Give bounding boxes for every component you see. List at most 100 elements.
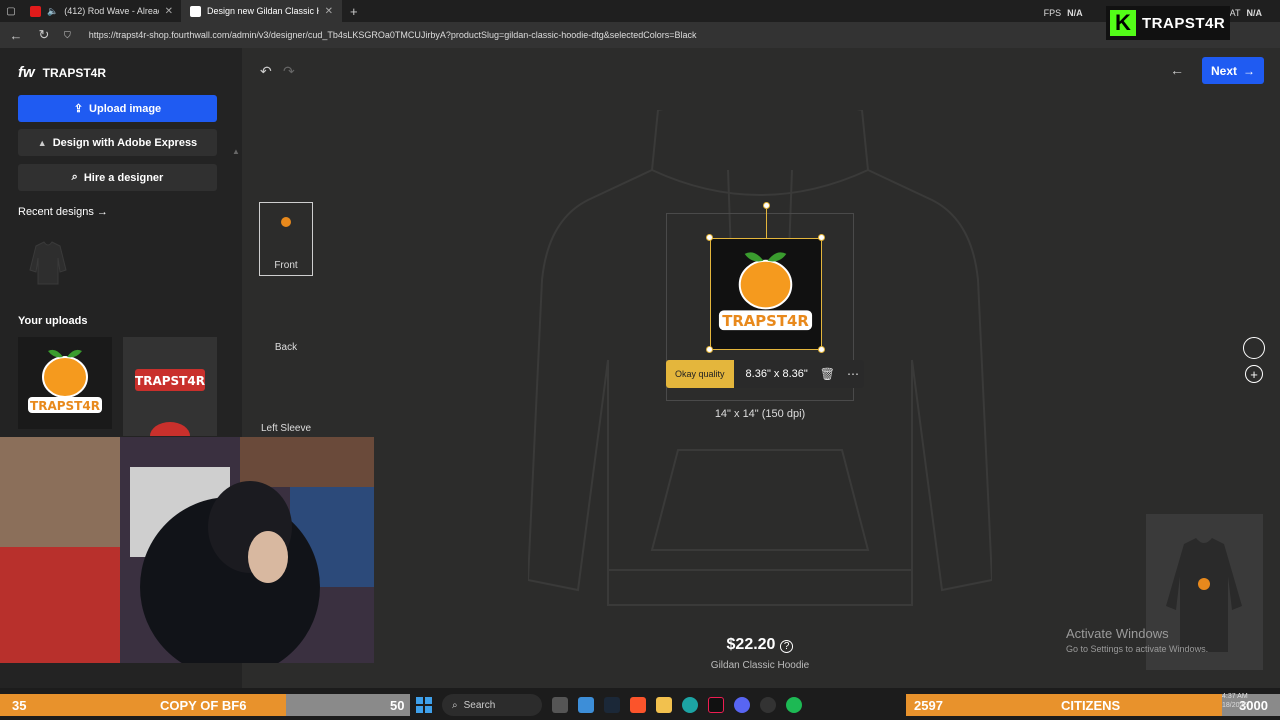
upload-thumbnail-peach[interactable]: TRAPST4R: [18, 337, 112, 429]
speaker-icon[interactable]: 🔈: [47, 6, 58, 17]
button-label: Hire a designer: [83, 171, 164, 184]
section-label: Recent designs: [18, 206, 94, 218]
price-value: $22.20: [726, 636, 776, 653]
spotify-icon[interactable]: [786, 697, 802, 713]
partial-logo-icon: [150, 422, 190, 450]
obs-icon[interactable]: [760, 697, 776, 713]
clock-time: 4:37 AM: [1222, 693, 1248, 700]
edge-icon[interactable]: [682, 697, 698, 713]
tiktok-icon[interactable]: [708, 697, 724, 713]
fps-value: N/A: [1067, 8, 1083, 18]
zoom-in-icon[interactable]: +: [1245, 365, 1263, 383]
kick-logo-icon: K: [1110, 10, 1136, 36]
peach-logo-icon: TRAPST4R: [718, 252, 813, 330]
adobe-icon: ▲: [37, 137, 47, 148]
button-label: Upload image: [89, 102, 162, 115]
next-button[interactable]: Next →: [1202, 57, 1264, 84]
price: $22.20 ?: [700, 636, 820, 654]
taskbar-clock[interactable]: 4:37 AM 18/2025: [1222, 692, 1248, 710]
task-view-icon[interactable]: [552, 697, 568, 713]
refresh-icon[interactable]: ↻: [36, 27, 52, 43]
recent-design-thumbnail[interactable]: [18, 230, 78, 290]
arrow-right-icon: →: [96, 206, 108, 218]
search-icon: ⌕: [452, 699, 458, 711]
design-toolbar: Okay quality 8.36" x 8.36" 🗑 ⋯: [666, 360, 864, 388]
resize-handle-tr[interactable]: [818, 234, 825, 241]
lat-value: N/A: [1246, 8, 1263, 18]
button-label: Next: [1210, 63, 1237, 78]
steam-icon[interactable]: [604, 697, 620, 713]
goal-title: COPY OF BF6: [160, 697, 247, 713]
search-icon: ⌕: [71, 171, 78, 183]
view-front[interactable]: Front: [259, 202, 313, 276]
your-uploads-title: Your uploads: [18, 315, 88, 327]
logo-text: TRAPST4R: [722, 312, 809, 330]
close-icon[interactable]: ✕: [325, 6, 333, 17]
discord-icon[interactable]: [734, 697, 750, 713]
view-label: Front: [274, 260, 298, 271]
shop-name: TRAPST4R: [42, 65, 107, 80]
sidebar-scrollbar[interactable]: ▲: [232, 143, 240, 483]
goal-bar-left: 35 COPY OF BF6 50: [0, 694, 410, 716]
goal-count: 35: [12, 697, 27, 713]
notepad-icon[interactable]: [578, 697, 594, 713]
new-tab-icon[interactable]: +: [350, 4, 358, 19]
quality-badge: Okay quality: [666, 360, 734, 388]
resize-handle-br[interactable]: [818, 346, 825, 353]
fourthwall-logo: fw: [18, 64, 35, 81]
site-info-icon[interactable]: ⛉: [64, 30, 71, 41]
hire-designer-button[interactable]: ⌕ Hire a designer: [18, 164, 217, 191]
button-label: Design with Adobe Express: [52, 136, 198, 149]
design-size: 8.36" x 8.36": [745, 368, 808, 380]
logo-text: TRAPST4R: [30, 399, 100, 413]
url-field[interactable]: https://trapst4r-shop.fourthwall.com/adm…: [83, 25, 1272, 45]
close-icon[interactable]: ✕: [165, 6, 173, 17]
address-bar: ← ↻ ⛉ https://trapst4r-shop.fourthwall.c…: [0, 22, 1280, 48]
back-icon[interactable]: ←: [8, 28, 24, 43]
view-label: Left Sleeve: [260, 423, 312, 434]
scroll-up-icon[interactable]: ▲: [232, 147, 240, 156]
undo-icon[interactable]: ↶: [260, 63, 272, 80]
print-area-label: 14" x 14" (150 dpi): [714, 408, 806, 420]
more-icon[interactable]: ⋯: [847, 367, 859, 381]
rotation-line: [766, 206, 767, 238]
tab-label: Design new Gildan Classic Hoodie: [207, 6, 319, 16]
hoodie-thumb-icon: [29, 241, 67, 285]
upload-icon: ⇪: [73, 103, 84, 115]
brave-icon[interactable]: [630, 697, 646, 713]
sidebar-toggle-icon[interactable]: ▢: [0, 6, 22, 17]
logo-text: TRAPST4R: [135, 374, 205, 388]
view-back[interactable]: Back: [259, 283, 313, 357]
view-left-sleeve[interactable]: Left Sleeve: [259, 364, 313, 438]
webcam-image: [0, 437, 374, 663]
adobe-express-button[interactable]: ▲ Design with Adobe Express: [18, 129, 217, 156]
tab-youtube[interactable]: 🔈 (412) Rod Wave - Already W ✕: [22, 0, 182, 22]
redo-icon[interactable]: ↷: [283, 63, 295, 80]
file-explorer-icon[interactable]: [656, 697, 672, 713]
view-label: Back: [274, 342, 298, 353]
windows-start-icon[interactable]: [416, 697, 432, 713]
webcam-feed: [0, 437, 374, 663]
info-icon[interactable]: ?: [779, 640, 794, 653]
color-picker-icon[interactable]: [1243, 337, 1265, 359]
resize-handle-tl[interactable]: [706, 234, 713, 241]
upload-image-button[interactable]: ⇪ Upload image: [18, 95, 217, 122]
kick-overlay: K TRAPST4R: [1106, 6, 1230, 40]
resize-handle-bl[interactable]: [706, 346, 713, 353]
tab-designer[interactable]: Design new Gildan Classic Hoodie ✕: [182, 0, 342, 22]
channel-name: TRAPST4R: [1142, 14, 1226, 32]
goal-title: CITIZENS: [1061, 697, 1121, 713]
front-thumb-icon: [281, 217, 291, 227]
activate-subtitle: Go to Settings to activate Windows.: [1066, 644, 1209, 654]
back-arrow-icon[interactable]: ←: [1170, 62, 1184, 78]
taskbar-search[interactable]: ⌕ Search: [442, 694, 542, 716]
placed-design[interactable]: TRAPST4R: [710, 238, 822, 350]
upload-thumbnail-partial[interactable]: [123, 414, 217, 450]
rotate-handle[interactable]: [763, 202, 770, 209]
goal-target: 50: [390, 697, 405, 713]
product-name: Gildan Classic Hoodie: [710, 660, 810, 671]
activate-title: Activate Windows: [1066, 626, 1169, 641]
clock-date: 18/2025: [1222, 702, 1248, 709]
trash-icon[interactable]: 🗑: [820, 367, 835, 381]
recent-designs-link[interactable]: Recent designs →: [18, 206, 108, 218]
